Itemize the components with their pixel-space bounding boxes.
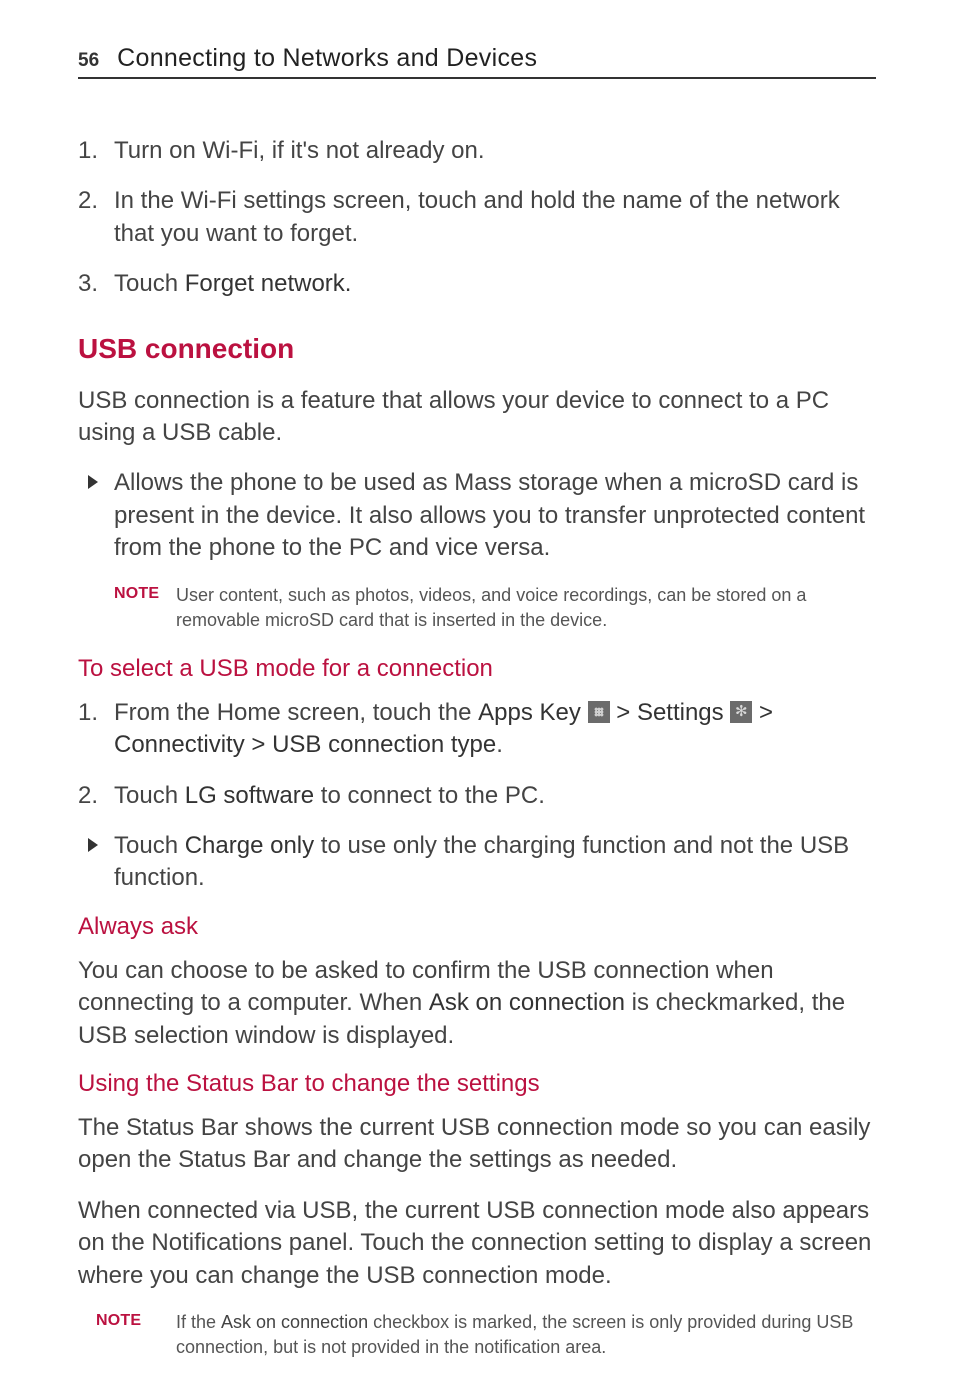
charge-only-label: Charge only [185,832,314,859]
always-ask-heading: Always ask [78,913,876,941]
connectivity-label: Connectivity [114,731,245,758]
usb-bullet: Allows the phone to be used as Mass stor… [78,467,876,564]
apps-key-label: Apps Key [478,699,581,726]
chapter-title: Connecting to Networks and Devices [117,44,537,73]
text: Touch [114,782,185,809]
note-label: NOTE [96,1310,141,1332]
text: If the [176,1312,221,1332]
note-block: NOTE User content, such as photos, video… [114,583,876,633]
select-step-2: 2. Touch LG software to connect to the P… [78,780,876,812]
status-bar-p2: When connected via USB, the current USB … [78,1195,876,1292]
step-2: 2. In the Wi-Fi settings screen, touch a… [78,185,876,250]
lg-software-label: LG software [185,782,314,809]
step-1: 1. Turn on Wi-Fi, if it's not already on… [78,135,876,167]
gt: > [752,699,773,726]
step-text: Turn on Wi-Fi, if it's not already on. [114,137,485,164]
step-number: 2. [78,780,98,812]
triangle-icon [88,838,98,852]
step-number: 2. [78,185,98,217]
select-step-1: 1. From the Home screen, touch the Apps … [78,697,876,762]
gt: > [610,699,637,726]
text: From the Home screen, touch the [114,699,478,726]
step-number: 1. [78,135,98,167]
step-3: 3. Touch Forget network. [78,268,876,300]
settings-label: Settings [637,699,724,726]
page: 56 Connecting to Networks and Devices 1.… [0,0,954,1390]
status-bar-p1: The Status Bar shows the current USB con… [78,1112,876,1177]
always-ask-para: You can choose to be asked to confirm th… [78,955,876,1052]
usb-connection-heading: USB connection [78,333,876,365]
step-number: 3. [78,268,98,300]
text: Touch [114,832,185,859]
ask-on-connection-label: Ask on connection [429,989,625,1016]
note-text: User content, such as photos, videos, an… [176,585,806,630]
forget-network-label: Forget network. [185,270,352,297]
usb-connection-type-label: USB connection type [272,731,496,758]
page-header: 56 Connecting to Networks and Devices [78,44,876,79]
ask-on-connection-label: Ask on connection [221,1312,368,1332]
apps-key-icon [588,701,610,723]
usb-bullet-text: Allows the phone to be used as Mass stor… [114,469,865,561]
settings-icon [730,701,752,723]
step-text: In the Wi-Fi settings screen, touch and … [114,187,840,246]
step-text-prefix: Touch [114,270,185,297]
note-label: NOTE [114,583,159,605]
status-bar-heading: Using the Status Bar to change the setti… [78,1070,876,1098]
page-number: 56 [78,50,99,72]
charge-only-bullet: Touch Charge only to use only the chargi… [78,830,876,895]
text: to connect to the PC. [314,782,545,809]
dot: . [496,731,503,758]
note-block: NOTE If the Ask on connection checkbox i… [96,1310,876,1360]
select-usb-mode-heading: To select a USB mode for a connection [78,655,876,683]
gt: > [245,731,272,758]
usb-intro: USB connection is a feature that allows … [78,385,876,450]
step-number: 1. [78,697,98,729]
triangle-icon [88,475,98,489]
